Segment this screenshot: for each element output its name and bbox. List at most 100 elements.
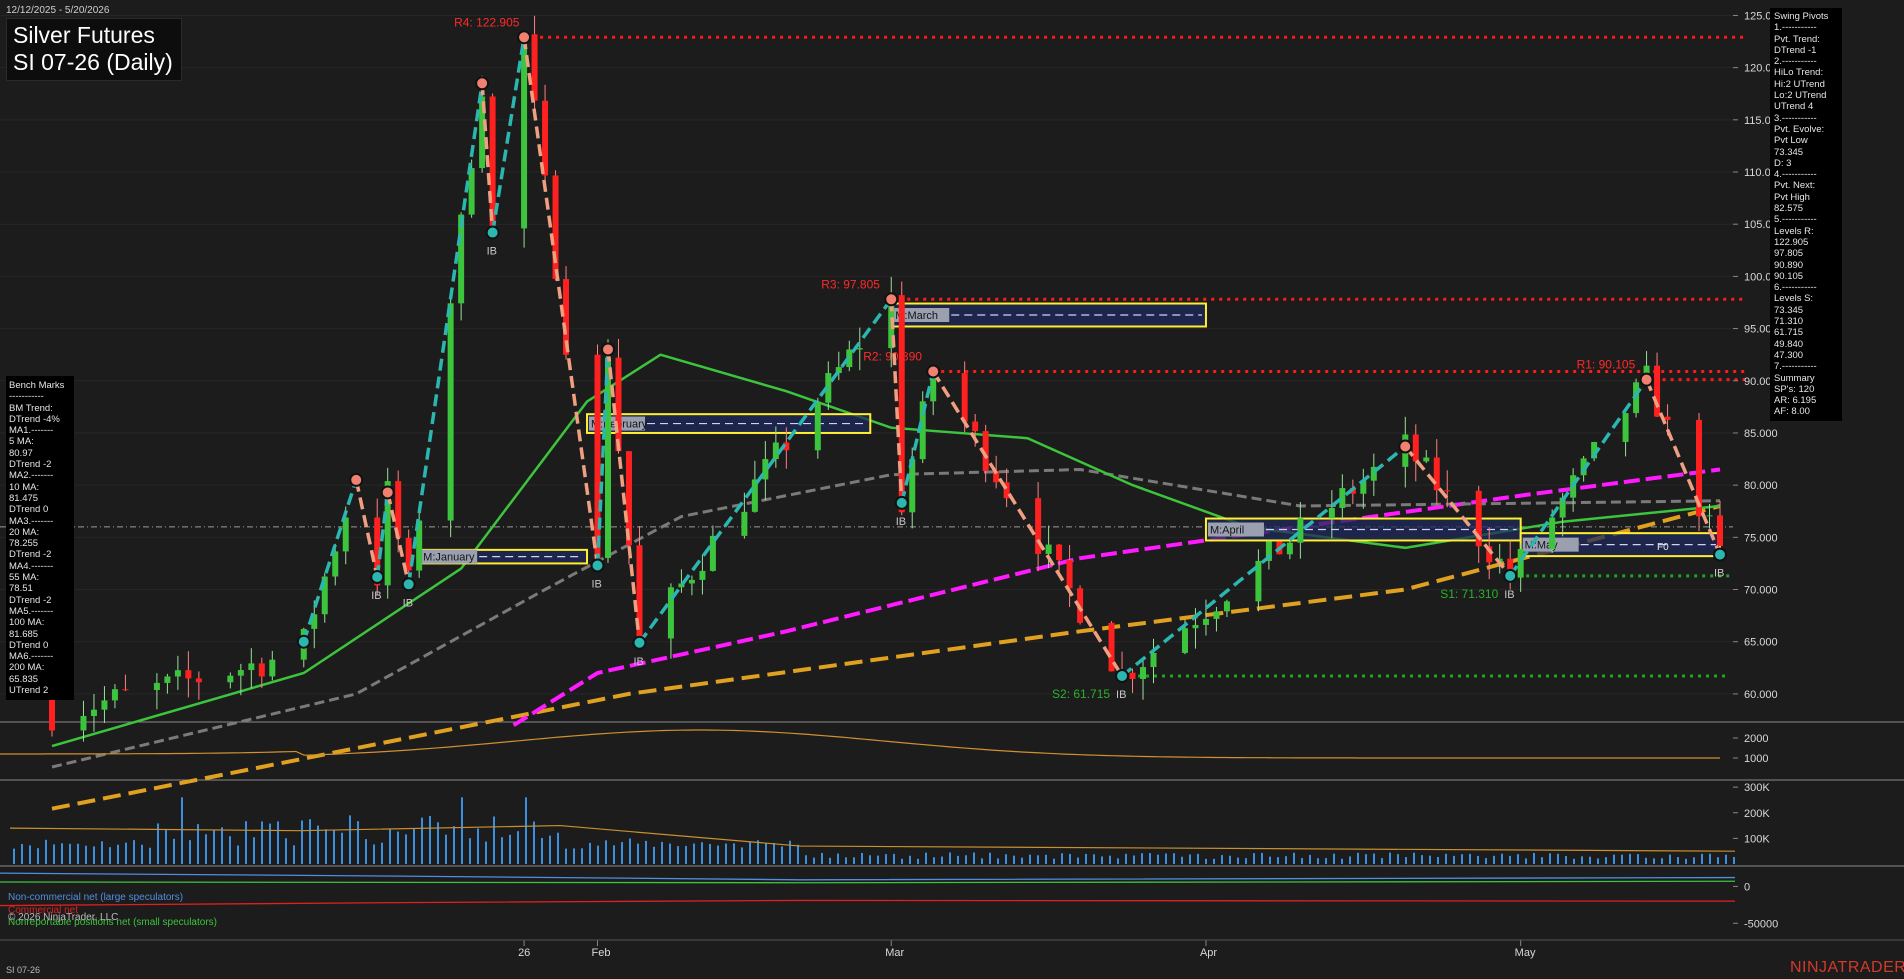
panel-tick-label: 200K: [1744, 808, 1770, 820]
candle-body: [164, 676, 171, 683]
ma-100-line: [512, 467, 1721, 727]
swing_pivots-line: HiLo Trend:: [1774, 67, 1824, 79]
pivot-low-marker: [894, 495, 909, 510]
x-tick-label: Mar: [885, 947, 904, 959]
pivot-high-marker: [517, 30, 532, 45]
swing_pivots-line: DTrend -1: [1774, 44, 1817, 56]
candle-body: [1664, 416, 1671, 420]
swing-up-line: [406, 83, 484, 585]
x-tick-label: 26: [518, 947, 530, 959]
candle-body: [961, 373, 968, 422]
candle-body: [111, 689, 118, 701]
candle-body: [699, 570, 706, 580]
candle-body: [1328, 507, 1335, 519]
swing_pivots-line: 4.-----------: [1774, 169, 1817, 181]
swing-down-line: [606, 349, 642, 643]
candle-body: [1223, 601, 1230, 612]
candle-body: [1140, 667, 1147, 679]
candle-body: [1433, 457, 1440, 491]
candles: [49, 15, 1723, 742]
instrument-name: Silver Futures: [13, 22, 155, 48]
candle-body: [185, 670, 192, 679]
panel-tick-label: 300K: [1744, 782, 1770, 794]
candle-body: [1654, 365, 1661, 417]
lower-panels: 1000 2000 100K 200K 300K 0 -50000: [0, 729, 1778, 930]
chart-title: Silver Futures SI 07-26 (Daily): [6, 18, 182, 81]
candle-body: [1423, 457, 1430, 462]
resistance-label: R3: 97.805: [821, 277, 880, 291]
benchmarks-line: MA4.-------: [9, 560, 54, 572]
swing_pivots-line: Pvt. Trend:: [1774, 33, 1820, 45]
ma-20-line: [51, 353, 1721, 748]
pivot-low-marker: [401, 577, 416, 592]
benchmarks-line: 80.97: [9, 447, 33, 459]
benchmarks-line: UTrend 2: [9, 685, 49, 697]
benchmarks-line: MA5.-------: [9, 605, 54, 617]
candle-body: [1717, 515, 1723, 546]
benchmarks-line: DTrend 0: [9, 504, 49, 516]
candle-body: [1202, 618, 1209, 625]
swing_pivots-line: 71.310: [1774, 316, 1804, 328]
monthly-box-label: M:April: [1210, 525, 1244, 537]
benchmarks-line: MA1.-------: [9, 425, 54, 437]
pivot-levels: R4: 122.905R3: 97.805R2: 90.890R1: 90.10…: [454, 15, 1745, 701]
candle-body: [1444, 490, 1451, 492]
benchmarks-line: -----------: [9, 391, 44, 403]
pivot-low-marker: [1713, 547, 1727, 562]
swing-pivots-panel: Swing Pivots 1.----------- Pvt. Trend: DTre…: [1770, 8, 1842, 421]
swing_pivots-line: 90.105: [1774, 270, 1804, 282]
candle-body: [122, 689, 129, 691]
support-label: S1: 71.310: [1440, 587, 1498, 601]
swing_pivots-line: Levels S:: [1774, 293, 1814, 305]
x-tick-label: Feb: [592, 947, 611, 959]
swing-up-line: [302, 479, 358, 643]
candle-body: [468, 168, 475, 215]
panel-tick-label: 0: [1744, 881, 1750, 893]
swing_pivots-line: 7.-----------: [1774, 361, 1817, 373]
candle-body: [772, 442, 779, 460]
candle-body: [1056, 544, 1063, 561]
candle-body: [248, 663, 255, 671]
contract-name: SI 07-26 (Daily): [13, 49, 173, 75]
swing-up-line: [900, 371, 935, 504]
ib-label: IB: [1504, 589, 1514, 601]
benchmarks-line: 78.255: [9, 538, 39, 550]
candle-body: [1181, 628, 1188, 653]
benchmarks-line: 81.475: [9, 492, 39, 504]
benchmarks-panel: Bench Marks ----------- BM Trend: DTrend -4…: [6, 376, 74, 701]
swing_pivots-line: 73.345: [1774, 146, 1804, 158]
benchmarks-line: 78.51: [9, 583, 33, 595]
y-tick-label: 80.000: [1744, 480, 1778, 492]
pivot-high-marker: [884, 292, 899, 307]
swing_pivots-line: Summary: [1774, 372, 1815, 384]
candle-body: [1045, 544, 1052, 554]
ib-label: IB: [592, 579, 602, 591]
candle-body: [751, 479, 758, 512]
panel-tick-label: 1000: [1744, 753, 1768, 765]
benchmarks-line: 65.835: [9, 673, 39, 685]
candle-body: [552, 175, 559, 280]
candle-body: [90, 709, 97, 717]
swing_pivots-line: SP's: 120: [1774, 383, 1815, 395]
swing-lines: IB IB IB IB IB IB IB IB IB F0: [296, 30, 1727, 701]
commercial-line: [0, 899, 1736, 907]
swing_pivots-line: 122.905: [1774, 236, 1809, 248]
nonreportable-line: [0, 880, 1736, 884]
swing_pivots-line: 47.300: [1774, 349, 1804, 361]
benchmarks-line: DTrend -2: [9, 594, 52, 606]
candle-body: [1549, 517, 1556, 550]
brand-logo: NINJATRADER: [1790, 959, 1904, 976]
benchmarks-line: 200 MA:: [9, 662, 45, 674]
price-chart[interactable]: R4: 122.905R3: 97.805R2: 90.890R1: 90.10…: [0, 0, 1904, 979]
oscillator-line: [0, 729, 1720, 759]
pivot-high-marker: [1639, 372, 1654, 387]
candle-body: [1706, 515, 1713, 517]
swing_pivots-line: AR: 6.195: [1774, 395, 1817, 407]
benchmarks-line: 55 MA:: [9, 572, 40, 584]
candle-body: [80, 716, 87, 731]
swing_pivots-line: Pvt High: [1774, 191, 1810, 203]
candle-body: [688, 579, 695, 584]
candle-body: [174, 670, 181, 677]
swing_pivots-line: Lo:2 UTrend: [1774, 90, 1827, 102]
benchmarks-line: DTrend 0: [9, 639, 49, 651]
